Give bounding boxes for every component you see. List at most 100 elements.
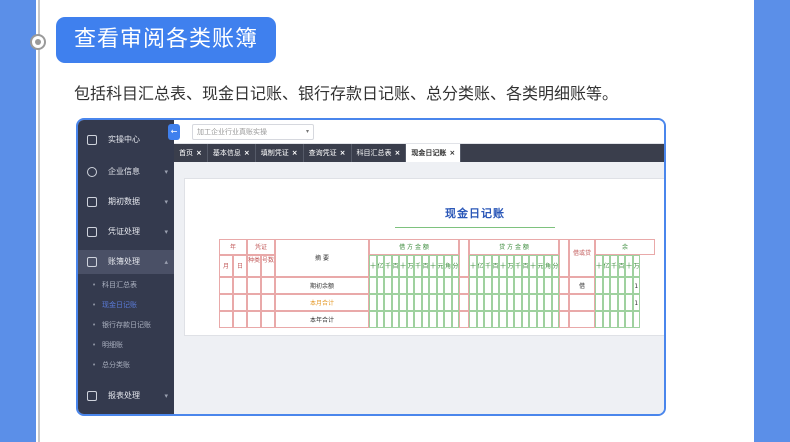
app-screenshot: 实操中心 企业信息 ▾ 期初数据 ▾ 凭证处理 ▾ 账簿处理 ▴ 科目汇总表 现… (76, 118, 666, 416)
ledger-amount-cell (476, 311, 484, 328)
ledger-row-cell (219, 294, 233, 311)
ledger-amount-cell (376, 311, 384, 328)
ledger-balance-cell (617, 277, 625, 294)
chevron-down-icon: ▾ (164, 228, 168, 236)
ledger-header-number: 号数 (261, 255, 275, 277)
ledger-digit-unit: 十 (429, 255, 437, 277)
industry-select[interactable]: 加工企业行业真账实操 ▾ (192, 124, 314, 140)
ledger-digit-unit: 十 (625, 255, 633, 277)
sidebar-subitem-detail-ledger[interactable]: 明细账 (78, 336, 174, 354)
ledger-digit-unit: 元 (536, 255, 544, 277)
ledger-amount-cell (429, 277, 437, 294)
sidebar-item-practice-center[interactable]: 实操中心 (78, 128, 174, 152)
ledger-row-summary: 期初余额 (275, 277, 369, 294)
timeline-node-icon (30, 34, 46, 50)
checklist-icon (87, 135, 97, 145)
ledger-amount-cell (514, 311, 522, 328)
line-chart-icon (87, 391, 97, 401)
ledger-digit-unit: 万 (506, 255, 514, 277)
chevron-up-icon: ▴ (164, 258, 168, 266)
ledger-row-cell (261, 294, 275, 311)
ledger-digit-unit: 十 (595, 255, 603, 277)
tab-query-voucher[interactable]: 查询凭证 × (304, 144, 352, 162)
close-icon[interactable]: × (196, 149, 202, 157)
ledger-amount-cell (521, 294, 529, 311)
ledger-title: 现金日记账 (445, 207, 505, 220)
ledger-spacer (559, 294, 569, 311)
ledger-amount-cell (469, 294, 477, 311)
sidebar-item-company-info[interactable]: 企业信息 ▾ (78, 160, 174, 184)
tab-cash-journal[interactable]: 现金日记账 × (406, 144, 462, 162)
ledger-header-summary: 摘 要 (275, 239, 369, 277)
ledger-amount-cell (421, 294, 429, 311)
ledger-amount-cell (369, 311, 377, 328)
close-icon[interactable]: × (292, 149, 298, 157)
ledger-amount-cell (414, 311, 422, 328)
ledger-amount-cell (484, 311, 492, 328)
ledger-header-voucher: 凭证 (247, 239, 275, 255)
ledger-row-cell (247, 294, 261, 311)
tab-home[interactable]: 首页 × (174, 144, 208, 162)
ledger-amount-cell (491, 311, 499, 328)
ledger-amount-cell (436, 311, 444, 328)
close-icon[interactable]: × (340, 149, 346, 157)
collapse-sidebar-button[interactable]: ← (168, 124, 180, 140)
ledger-row-cell (261, 277, 275, 294)
sidebar-item-ledger[interactable]: 账簿处理 ▴ (78, 250, 174, 274)
tab-label: 填制凭证 (260, 149, 289, 157)
sidebar-item-reports[interactable]: 报表处理 ▾ (78, 384, 174, 408)
ledger-amount-cell (521, 277, 529, 294)
ledger-digit-unit: 亿 (602, 255, 610, 277)
ledger-amount-cell (469, 277, 477, 294)
ledger-row-summary: 本月合计 (275, 294, 369, 311)
ledger-row-cell (233, 294, 247, 311)
ledger-amount-cell (551, 294, 559, 311)
ledger-amount-cell (476, 294, 484, 311)
ledger-spacer (459, 277, 469, 294)
sidebar-item-voucher[interactable]: 凭证处理 ▾ (78, 220, 174, 244)
ledger-amount-cell (451, 311, 459, 328)
close-icon[interactable]: × (244, 149, 250, 157)
ledger-digit-unit: 元 (436, 255, 444, 277)
ledger-amount-cell (429, 294, 437, 311)
ledger-amount-cell (544, 294, 552, 311)
ledger-digit-unit: 十 (529, 255, 537, 277)
sidebar-item-label: 报表处理 (108, 391, 140, 400)
close-icon[interactable]: × (449, 149, 455, 157)
ledger-digit-unit: 百 (521, 255, 529, 277)
tab-label: 现金日记账 (411, 149, 447, 157)
voucher-icon (87, 227, 97, 237)
sidebar-item-opening-data[interactable]: 期初数据 ▾ (78, 190, 174, 214)
ledger-amount-cell (499, 311, 507, 328)
ledger-balance-cell (602, 277, 610, 294)
ledger-balance-cell (602, 294, 610, 311)
ledger-balance-cell (602, 311, 610, 328)
ledger-header-year: 年 (219, 239, 247, 255)
tab-fill-voucher[interactable]: 填制凭证 × (256, 144, 304, 162)
book-icon (87, 257, 97, 267)
top-bar: ← 加工企业行业真账实操 ▾ (168, 120, 664, 144)
tab-basic-info[interactable]: 基本信息 × (208, 144, 256, 162)
sidebar-subitem-bank-journal[interactable]: 银行存款日记账 (78, 316, 174, 334)
sidebar-item-label: 期初数据 (108, 197, 140, 206)
sidebar-subitem-cash-journal[interactable]: 现金日记账 (78, 296, 174, 314)
ledger-amount-cell (429, 311, 437, 328)
ledger-balance-cell (595, 311, 603, 328)
ledger-row-summary: 本年合计 (275, 311, 369, 328)
ledger-digit-unit: 十 (499, 255, 507, 277)
section-description: 包括科目汇总表、现金日记账、银行存款日记账、总分类账、各类明细账等。 (74, 84, 619, 103)
tab-subject-summary[interactable]: 科目汇总表 × (352, 144, 407, 162)
sidebar-subitem-subject-summary[interactable]: 科目汇总表 (78, 276, 174, 294)
close-icon[interactable]: × (395, 149, 401, 157)
ledger-amount-cell (469, 311, 477, 328)
main-content: 现金日记账 年月日凭证 种类 号数摘 要借 方 金 额十亿千百十万千百十元角分贷 方… (174, 162, 664, 414)
ledger-spacer (559, 277, 569, 294)
ledger-balance-cell: 1 (632, 294, 640, 311)
ledger-digit-unit: 百 (491, 255, 499, 277)
ledger-amount-cell (529, 277, 537, 294)
ledger-amount-cell (376, 277, 384, 294)
sidebar-subitem-general-ledger[interactable]: 总分类账 (78, 356, 174, 374)
tab-label: 科目汇总表 (356, 149, 392, 157)
ledger-digit-unit: 百 (421, 255, 429, 277)
sidebar-item-label: 实操中心 (108, 135, 140, 144)
